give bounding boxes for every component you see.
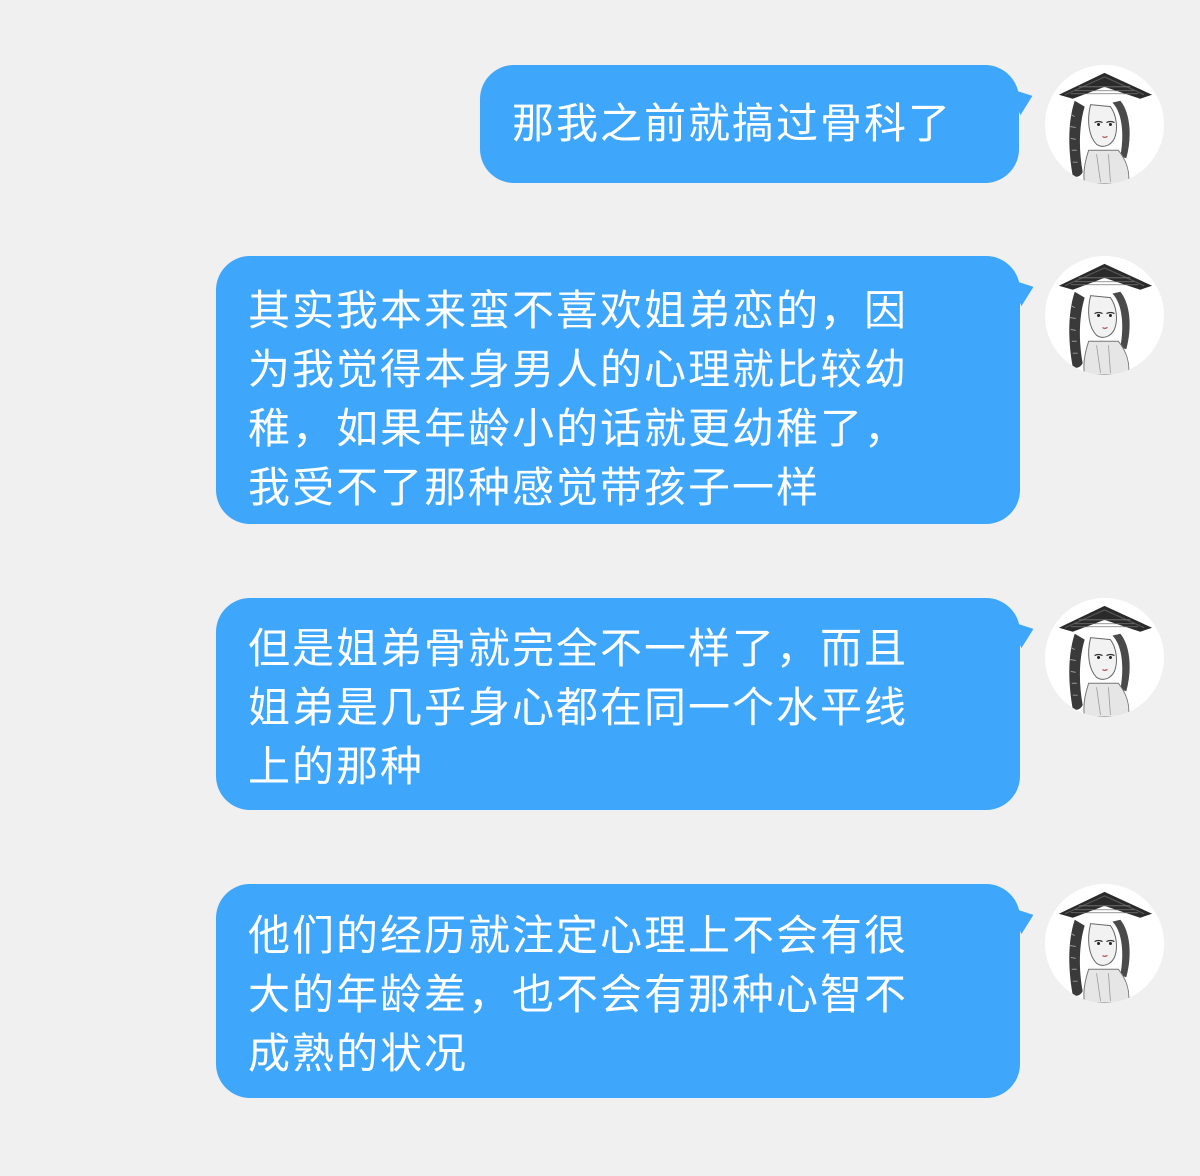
avatar[interactable] bbox=[1045, 256, 1164, 375]
ink-sketch-avatar-icon bbox=[1045, 884, 1164, 1003]
avatar[interactable] bbox=[1045, 598, 1164, 717]
avatar[interactable] bbox=[1045, 65, 1164, 184]
ink-sketch-avatar-icon bbox=[1045, 65, 1164, 184]
message-text-1: 那我之前就搞过骨科了 bbox=[512, 99, 953, 148]
message-text-3: 但是姐弟骨就完全不一样了，而且 姐弟是几乎身心都在同一个水平线 上的那种 bbox=[248, 624, 909, 791]
message-text-4: 他们的经历就注定心理上不会有很 大的年龄差，也不会有那种心智不 成熟的状况 bbox=[248, 911, 909, 1078]
ink-sketch-avatar-icon bbox=[1045, 598, 1164, 717]
message-text-2: 其实我本来蛮不喜欢姐弟恋的，因 为我觉得本身男人的心理就比较幼 稚，如果年龄小的… bbox=[248, 286, 909, 512]
ink-sketch-avatar-icon bbox=[1045, 256, 1164, 375]
avatar[interactable] bbox=[1045, 884, 1164, 1003]
